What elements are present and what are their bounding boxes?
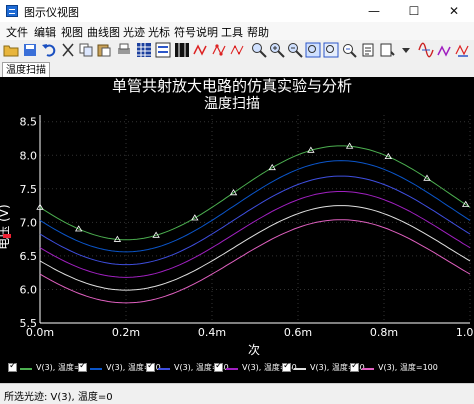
sine-icon[interactable] [418, 42, 434, 58]
x-tick-label: 0.0m [26, 326, 54, 339]
open-icon[interactable] [3, 42, 19, 58]
cursor-icon[interactable] [174, 42, 190, 58]
toolbar [0, 40, 474, 62]
legend-swatch [362, 368, 374, 370]
legend-item[interactable]: V(3), 温度=80 [282, 361, 365, 375]
legend-swatch [226, 368, 238, 370]
legend-item[interactable]: V(3), 温度=0 [8, 361, 86, 375]
tab-bar: 温度扫描 [0, 61, 474, 78]
cut-icon[interactable] [60, 42, 76, 58]
x-tick-label: 0.2m [112, 326, 140, 339]
status-bar: 所选光迹: V(3), 温度=0 [0, 383, 474, 404]
chart-subtitle: 温度扫描 [204, 96, 260, 112]
x-tick-label: 0.8m [370, 326, 398, 339]
dots-icon[interactable] [212, 42, 228, 58]
chart: 单管共射放大电路的仿真实验与分析 温度扫描 5.56.06.57.07.58.0… [0, 77, 474, 357]
legend-item[interactable]: V(3), 温度=20 [78, 361, 161, 375]
checkbox-icon[interactable] [146, 361, 155, 372]
export-icon[interactable] [361, 42, 377, 58]
zoom-y-icon[interactable] [341, 42, 357, 58]
menu-tools[interactable]: 工具 [221, 24, 243, 40]
print-icon[interactable] [116, 42, 132, 58]
zoom-box-icon[interactable] [305, 42, 321, 58]
zoom-in-icon[interactable] [269, 42, 285, 58]
series-line-2 [39, 175, 471, 266]
zoom-out-icon[interactable] [287, 42, 303, 58]
checkbox-icon[interactable] [8, 361, 17, 372]
y-tick-label: 6.0 [20, 283, 38, 296]
legend-item[interactable]: V(3), 温度=100 [350, 361, 438, 375]
legend: V(3), 温度=0 V(3), 温度=20 V(3), 温度=40 V(3),… [0, 359, 474, 381]
markers-icon[interactable] [230, 42, 246, 58]
menu-trace[interactable]: 光迹 [123, 24, 145, 40]
menu-file[interactable]: 文件 [6, 24, 28, 40]
plot-area: 单管共射放大电路的仿真实验与分析 温度扫描 5.5 6.0 6.5 7.0 7.5 8.0… [0, 77, 474, 383]
y-axis-label: 电压 (V) [0, 204, 11, 249]
checkbox-icon[interactable] [78, 361, 87, 372]
menu-cursor[interactable]: 光标 [148, 24, 170, 40]
menu-legend[interactable]: 符号说明 [174, 24, 218, 40]
y-tick-label: 8.0 [20, 149, 38, 162]
title-bar: 图示仪视图 — ☐ ✕ [0, 0, 474, 23]
x-tick-label: 1.0m [456, 326, 474, 339]
menu-bar: 文件 编辑 视图 曲线图 光迹 光标 符号说明 工具 帮助 [0, 22, 474, 40]
grid-icon[interactable] [136, 42, 152, 58]
window-title: 图示仪视图 [24, 6, 79, 19]
selected-trace-marker [3, 234, 11, 238]
maximize-button[interactable]: ☐ [394, 0, 434, 22]
x-tick-label: 0.6m [284, 326, 312, 339]
x-axis-label: 次 [248, 343, 260, 357]
app-icon [6, 5, 18, 17]
legend-swatch [158, 368, 170, 370]
dropdown-icon[interactable] [398, 42, 414, 58]
legend-item[interactable]: V(3), 温度=60 [214, 361, 297, 375]
legend-swatch [294, 368, 306, 370]
wave-icon[interactable] [193, 42, 209, 58]
menu-help[interactable]: 帮助 [247, 24, 269, 40]
legend-icon[interactable] [155, 42, 171, 58]
x-tick-label: 0.4m [198, 326, 226, 339]
color-icon[interactable] [437, 42, 453, 58]
minimize-button[interactable]: — [354, 0, 394, 22]
menu-edit[interactable]: 编辑 [34, 24, 56, 40]
undo-icon[interactable] [41, 42, 57, 58]
marker-icon[interactable] [379, 42, 395, 58]
y-tick-label: 7.0 [20, 216, 38, 229]
legend-swatch [90, 368, 102, 370]
y-tick-label: 8.5 [20, 116, 38, 129]
zoom-icon[interactable] [251, 42, 267, 58]
checkbox-icon[interactable] [350, 361, 359, 372]
copy-icon[interactable] [78, 42, 94, 58]
reverse-icon[interactable] [455, 42, 471, 58]
menu-view[interactable]: 视图 [61, 24, 83, 40]
checkbox-icon[interactable] [214, 361, 223, 372]
tab-temperature-sweep[interactable]: 温度扫描 [2, 62, 50, 78]
status-text: 所选光迹: V(3), 温度=0 [4, 392, 113, 403]
legend-item[interactable]: V(3), 温度=40 [146, 361, 229, 375]
series-line-0 [39, 145, 471, 241]
series-line-5 [39, 219, 471, 304]
chart-title: 单管共射放大电路的仿真实验与分析 [112, 77, 352, 95]
paste-icon[interactable] [96, 42, 112, 58]
menu-graph[interactable]: 曲线图 [87, 24, 120, 40]
zoom-x-icon[interactable] [323, 42, 339, 58]
close-button[interactable]: ✕ [434, 0, 474, 22]
y-tick-label: 7.5 [20, 183, 38, 196]
legend-swatch [20, 368, 32, 370]
checkbox-icon[interactable] [282, 361, 291, 372]
save-icon[interactable] [22, 42, 38, 58]
legend-label: V(3), 温度=100 [378, 363, 438, 372]
y-tick-label: 6.5 [20, 250, 38, 263]
